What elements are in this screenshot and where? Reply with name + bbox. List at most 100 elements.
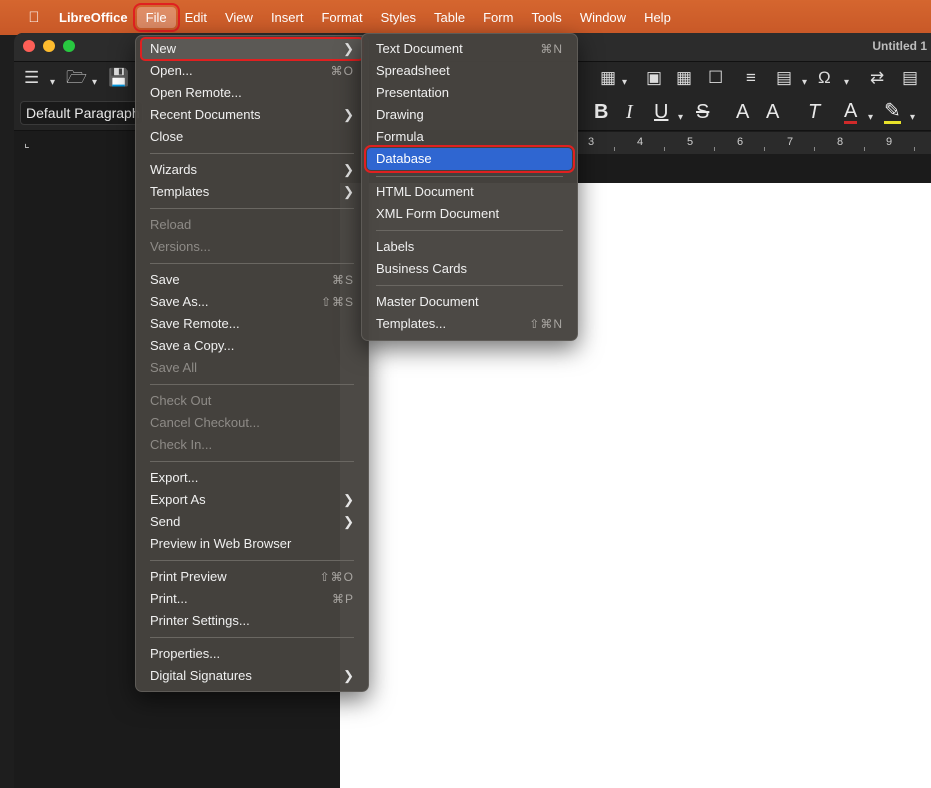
menu-format[interactable]: Format bbox=[312, 7, 371, 28]
menu-view[interactable]: View bbox=[216, 7, 262, 28]
menu-item-label: Open Remote... bbox=[150, 85, 242, 100]
menu-item-print-preview[interactable]: Print Preview ⇧⌘O bbox=[141, 566, 363, 588]
menu-item-label: Formula bbox=[376, 129, 424, 144]
strikethrough-icon[interactable]: S bbox=[696, 101, 709, 124]
apple-logo-icon[interactable]:  bbox=[24, 9, 44, 26]
menu-window[interactable]: Window bbox=[571, 7, 635, 28]
menu-item-digital-signatures[interactable]: Digital Signatures ❯ bbox=[141, 665, 363, 687]
menu-item-business-cards[interactable]: Business Cards bbox=[367, 258, 572, 280]
special-character-icon[interactable]: Ω bbox=[818, 68, 831, 88]
italic-icon[interactable]: I bbox=[626, 101, 633, 124]
menu-item-master-document[interactable]: Master Document bbox=[367, 291, 572, 313]
app-name-menu[interactable]: LibreOffice bbox=[56, 10, 131, 25]
menu-item-label: Database bbox=[376, 151, 432, 166]
menu-item-open[interactable]: Open... ⌘O bbox=[141, 60, 363, 82]
highlight-color-icon[interactable]: ✎ bbox=[884, 101, 901, 124]
menu-item-label: Master Document bbox=[376, 294, 479, 309]
open-folder-icon[interactable]: 🗁 bbox=[66, 68, 87, 88]
menu-item-html-document[interactable]: HTML Document bbox=[367, 181, 572, 203]
comment-icon[interactable]: ▤ bbox=[902, 68, 918, 88]
menu-item-close[interactable]: Close bbox=[141, 126, 363, 148]
chevron-down-icon[interactable]: ▾ bbox=[92, 73, 97, 93]
menu-item-labels[interactable]: Labels bbox=[367, 236, 572, 258]
menu-item-print[interactable]: Print... ⌘P bbox=[141, 588, 363, 610]
insert-textbox-icon[interactable]: ☐ bbox=[708, 68, 723, 88]
hyperlink-icon[interactable]: ⇄ bbox=[870, 68, 884, 88]
menu-item-new[interactable]: New ❯ bbox=[140, 37, 364, 61]
insert-chart-icon[interactable]: ▦ bbox=[676, 68, 692, 88]
menu-item-label: Text Document bbox=[376, 41, 463, 56]
underline-icon[interactable]: U bbox=[654, 101, 668, 124]
chevron-down-icon[interactable]: ▾ bbox=[622, 73, 627, 93]
menu-item-save-remote[interactable]: Save Remote... bbox=[141, 313, 363, 335]
menu-item-label: Presentation bbox=[376, 85, 449, 100]
ruler-number: 3 bbox=[588, 136, 595, 148]
bold-icon[interactable]: B bbox=[594, 101, 608, 124]
menu-item-save-copy[interactable]: Save a Copy... bbox=[141, 335, 363, 357]
clear-formatting-icon[interactable]: T bbox=[808, 101, 820, 124]
menu-item-label: Recent Documents bbox=[150, 107, 261, 122]
menu-table[interactable]: Table bbox=[425, 7, 474, 28]
menu-item-formula[interactable]: Formula bbox=[367, 126, 572, 148]
chevron-down-icon[interactable]: ▾ bbox=[910, 108, 915, 128]
menu-item-label: Close bbox=[150, 129, 184, 144]
menu-item-label: XML Form Document bbox=[376, 206, 500, 221]
subscript-icon[interactable]: A bbox=[766, 101, 779, 124]
menu-item-xml-form-document[interactable]: XML Form Document bbox=[367, 203, 572, 225]
menu-form[interactable]: Form bbox=[474, 7, 522, 28]
menu-item-label: Wizards bbox=[150, 162, 197, 177]
menu-item-save[interactable]: Save ⌘S bbox=[141, 269, 363, 291]
menu-separator bbox=[376, 176, 563, 177]
chevron-down-icon[interactable]: ▾ bbox=[868, 108, 873, 128]
menu-item-label: Save bbox=[150, 272, 180, 287]
menu-item-properties[interactable]: Properties... bbox=[141, 643, 363, 665]
menu-item-export-as[interactable]: Export As ❯ bbox=[141, 489, 363, 511]
menu-item-versions: Versions... bbox=[141, 236, 363, 258]
menu-item-label: Properties... bbox=[150, 646, 221, 661]
menu-item-database[interactable]: Database bbox=[364, 145, 575, 173]
menu-item-open-remote[interactable]: Open Remote... bbox=[141, 82, 363, 104]
shortcut-label: ⌘N bbox=[540, 42, 563, 56]
menu-item-export[interactable]: Export... bbox=[141, 467, 363, 489]
menu-edit[interactable]: Edit bbox=[176, 7, 216, 28]
insert-table-icon[interactable]: ▦ bbox=[600, 68, 616, 88]
chevron-down-icon[interactable]: ▾ bbox=[50, 73, 55, 93]
menu-item-recent-documents[interactable]: Recent Documents ❯ bbox=[141, 104, 363, 126]
insert-image-icon[interactable]: ▣ bbox=[646, 68, 662, 88]
menu-item-preview-web[interactable]: Preview in Web Browser bbox=[141, 533, 363, 555]
menu-tools[interactable]: Tools bbox=[522, 7, 570, 28]
menu-item-save-as[interactable]: Save As... ⇧⌘S bbox=[141, 291, 363, 313]
paragraph-style-select[interactable]: Default Paragraph Style bbox=[20, 101, 143, 125]
save-icon[interactable]: 💾 bbox=[108, 68, 129, 88]
menu-insert[interactable]: Insert bbox=[262, 7, 313, 28]
menu-item-templates[interactable]: Templates ❯ bbox=[141, 181, 363, 203]
shortcut-label: ⇧⌘O bbox=[319, 570, 354, 584]
chevron-down-icon[interactable]: ▾ bbox=[802, 73, 807, 93]
horizontal-ruler[interactable]: 3 4 5 6 7 8 9 bbox=[574, 132, 931, 154]
menu-item-text-document[interactable]: Text Document ⌘N bbox=[367, 38, 572, 60]
zoom-window-button[interactable] bbox=[63, 40, 75, 52]
menu-item-printer-settings[interactable]: Printer Settings... bbox=[141, 610, 363, 632]
minimize-window-button[interactable] bbox=[43, 40, 55, 52]
menu-item-spreadsheet[interactable]: Spreadsheet bbox=[367, 60, 572, 82]
menu-item-label: Check Out bbox=[150, 393, 212, 408]
menu-file[interactable]: File bbox=[132, 3, 180, 32]
close-window-button[interactable] bbox=[23, 40, 35, 52]
ruler-number: 9 bbox=[886, 136, 893, 148]
chevron-down-icon[interactable]: ▾ bbox=[678, 108, 683, 128]
page-break-icon[interactable]: ≡ bbox=[746, 68, 756, 88]
menu-styles[interactable]: Styles bbox=[372, 7, 425, 28]
menu-help[interactable]: Help bbox=[635, 7, 680, 28]
menu-item-label: Spreadsheet bbox=[376, 63, 450, 78]
sidebar-menu-icon[interactable]: ☰ bbox=[24, 68, 39, 88]
menu-item-wizards[interactable]: Wizards ❯ bbox=[141, 159, 363, 181]
chevron-down-icon[interactable]: ▾ bbox=[844, 73, 849, 93]
superscript-icon[interactable]: A bbox=[736, 101, 749, 124]
menu-item-presentation[interactable]: Presentation bbox=[367, 82, 572, 104]
font-color-icon[interactable]: A bbox=[844, 101, 858, 124]
menu-item-send[interactable]: Send ❯ bbox=[141, 511, 363, 533]
menu-item-templates-new[interactable]: Templates... ⇧⌘N bbox=[367, 313, 572, 335]
insert-field-icon[interactable]: ▤ bbox=[776, 68, 792, 88]
menu-item-drawing[interactable]: Drawing bbox=[367, 104, 572, 126]
chevron-right-icon: ❯ bbox=[343, 41, 354, 56]
